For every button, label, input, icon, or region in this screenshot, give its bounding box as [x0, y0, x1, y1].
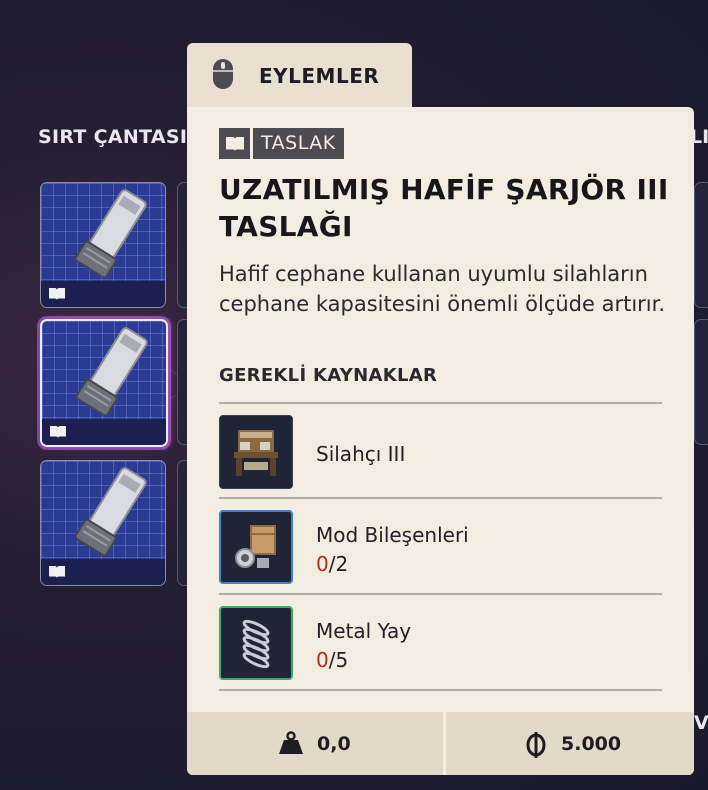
- requirement-name: Mod Bileşenleri: [316, 523, 469, 547]
- requirement-name: Metal Yay: [316, 619, 412, 643]
- mod-components-icon: [219, 510, 293, 584]
- magazine-blueprint-icon: [74, 189, 147, 279]
- right-slot-peek-2[interactable]: [694, 319, 708, 445]
- metal-spring-icon: [219, 606, 293, 680]
- actions-tab[interactable]: EYLEMLER: [187, 43, 412, 109]
- magazine-blueprint-icon: [74, 467, 147, 557]
- divider: [219, 689, 662, 691]
- currency-icon: [526, 732, 546, 758]
- mouse-icon: [213, 59, 233, 89]
- divider: [219, 402, 662, 404]
- inventory-slot-1[interactable]: [40, 182, 166, 308]
- requirement-name: Silahçı III: [316, 442, 406, 466]
- item-title: UZATILMIŞ HAFİF ŞARJÖR III TASLAĞI: [219, 173, 669, 243]
- actions-label: EYLEMLER: [259, 64, 380, 88]
- inventory-slot-2-selected[interactable]: [40, 319, 168, 447]
- requirements-heading: GEREKLİ KAYNAKLAR: [219, 365, 438, 386]
- divider: [219, 593, 662, 595]
- divider: [219, 497, 662, 499]
- requirement-quantity: 0/2: [316, 552, 349, 576]
- item-price: 5.000: [561, 733, 622, 755]
- blueprint-book-icon: [49, 566, 65, 578]
- right-slot-peek-1[interactable]: [694, 182, 708, 308]
- blueprint-book-icon: [50, 426, 66, 438]
- right-bottom-fragment: VE: [694, 712, 708, 734]
- backpack-section-title: SIRT ÇANTASI: [38, 126, 188, 148]
- blueprint-book-icon: [49, 288, 65, 300]
- workbench-icon: [219, 415, 293, 489]
- weight-icon: [279, 731, 303, 754]
- item-footer: 0,0 5.000: [187, 712, 694, 775]
- item-description: Hafif cephane kullanan uyumlu silahların…: [219, 262, 666, 316]
- blueprint-badge: TASLAK: [219, 128, 344, 159]
- book-icon: [225, 136, 244, 151]
- inventory-slot-3[interactable]: [40, 460, 166, 586]
- badge-label: TASLAK: [253, 128, 344, 159]
- magazine-blueprint-icon: [75, 327, 148, 417]
- item-tooltip-panel: TASLAK UZATILMIŞ HAFİF ŞARJÖR III TASLAĞ…: [187, 107, 694, 775]
- item-weight: 0,0: [317, 733, 351, 755]
- requirement-quantity: 0/5: [316, 648, 349, 672]
